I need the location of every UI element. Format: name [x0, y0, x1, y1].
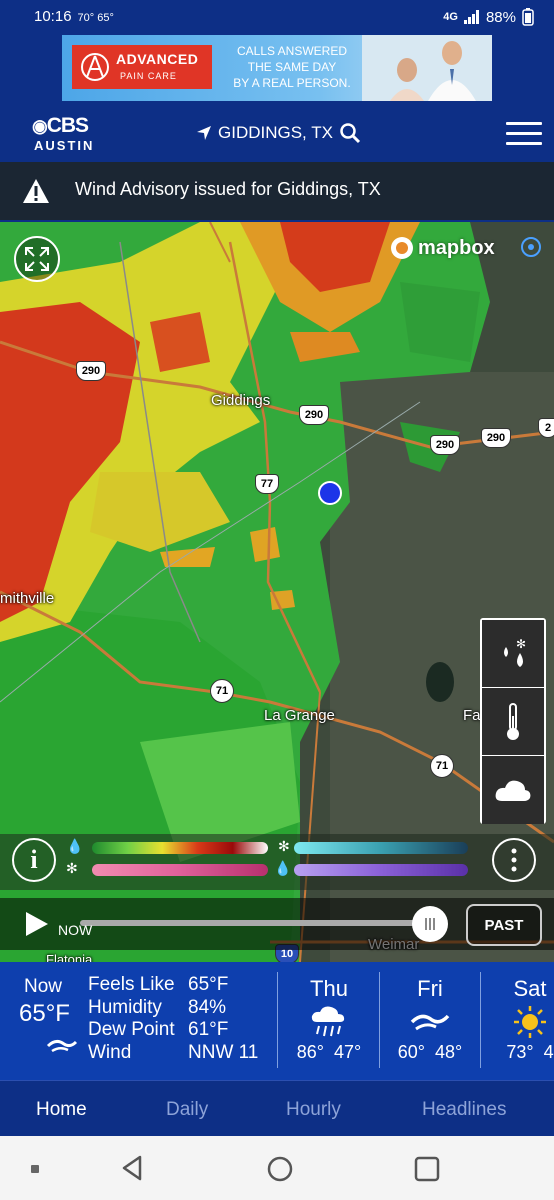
ad-photo	[362, 35, 492, 101]
layer-picker: ✻	[480, 618, 546, 824]
now-label: Now	[24, 976, 63, 997]
route-shield-290: 290	[430, 435, 460, 455]
app-header: ◉CBS AUSTIN GIDDINGS, TX	[0, 104, 554, 162]
snow-legend-icon: ✻	[278, 838, 290, 854]
tab-home[interactable]: Home	[36, 1099, 87, 1121]
forecast-day-fri[interactable]: Fri 60° 48°	[380, 976, 480, 1063]
thermometer-icon	[507, 702, 519, 740]
sun-icon	[514, 1006, 546, 1038]
recents-dot-icon[interactable]	[30, 1164, 40, 1174]
mapbox-attribution[interactable]: mapbox	[390, 236, 495, 260]
route-marker-71: 71	[210, 679, 234, 703]
system-navigation-bar	[0, 1136, 554, 1200]
tab-daily[interactable]: Daily	[166, 1099, 208, 1121]
place-label-giddings: Giddings	[211, 392, 271, 409]
ad-text: CALLS ANSWERED THE SAME DAY BY A REAL PE…	[233, 44, 351, 90]
warning-icon	[23, 179, 49, 203]
status-bar: 10:16 70° 65° 4G 88%	[0, 0, 554, 34]
conditions-labels: Feels Like Humidity Dew Point Wind	[88, 974, 175, 1063]
status-time: 10:16	[34, 8, 72, 25]
clinic-logo-icon	[81, 53, 109, 81]
route-shield-290: 290	[76, 361, 106, 381]
ad-logo: ADVANCED PAIN CARE	[72, 45, 212, 89]
current-temperature: 65°F	[19, 1000, 70, 1027]
hamburger-menu-button[interactable]	[506, 122, 542, 148]
info-icon: i	[30, 845, 38, 874]
battery-icon	[522, 8, 534, 26]
radar-legend: i 💧 ✻ ✻ 💧	[0, 834, 554, 890]
location-arrow-icon	[197, 126, 211, 140]
status-temps: 70° 65°	[77, 12, 114, 24]
cloud-icon	[495, 780, 531, 801]
forecast-day-sat[interactable]: Sat 73° 4	[480, 976, 554, 1063]
current-conditions-panel[interactable]: Now 65°F Feels Like Humidity Dew Point W…	[0, 962, 554, 1080]
route-shield-partial: 2	[538, 418, 554, 438]
wind-icon	[46, 1039, 78, 1053]
ice-intensity-bar	[294, 864, 468, 876]
cbs-austin-logo[interactable]: ◉CBS AUSTIN	[32, 114, 94, 153]
wind-icon	[410, 1014, 450, 1031]
layer-temperature[interactable]	[482, 688, 544, 756]
battery-percent: 88%	[485, 8, 516, 26]
home-icon[interactable]	[266, 1155, 294, 1183]
place-label-flatonia: Flatonia	[46, 952, 93, 962]
play-icon[interactable]	[24, 910, 50, 938]
svg-text:✻: ✻	[516, 637, 526, 651]
layers-more-button[interactable]	[492, 838, 536, 882]
back-icon[interactable]	[118, 1154, 146, 1182]
route-shield-77: 77	[255, 474, 279, 494]
panel-divider	[277, 972, 278, 1068]
mixed-legend-icon: ✻	[66, 860, 78, 876]
past-button[interactable]: PAST	[466, 904, 542, 946]
place-label-smithville: mithville	[0, 590, 55, 607]
layer-clouds[interactable]	[482, 756, 544, 824]
search-icon[interactable]	[339, 122, 361, 144]
location-selector[interactable]: GIDDINGS, TX	[196, 122, 361, 144]
alert-text: Wind Advisory issued for Giddings, TX	[75, 179, 381, 199]
rain-cloud-icon	[311, 1006, 345, 1037]
radar-playback-bar: NOW PAST	[0, 898, 554, 950]
expand-icon	[25, 247, 49, 271]
weather-alert-banner[interactable]: Wind Advisory issued for Giddings, TX	[0, 162, 554, 220]
radar-map[interactable]: mapbox Giddings mithville La Grange Faye…	[0, 222, 554, 962]
timeline-slider[interactable]	[80, 920, 428, 926]
expand-map-button[interactable]	[14, 236, 60, 282]
forecast-day-thu[interactable]: Thu 86° 47°	[279, 976, 379, 1063]
place-label-la-grange: La Grange	[264, 707, 335, 724]
timeline-now-label: NOW	[58, 922, 93, 938]
overview-icon[interactable]	[413, 1155, 441, 1183]
cbs-eye-icon: ◉	[32, 116, 48, 136]
rain-legend-icon: 💧	[66, 838, 84, 854]
ad-brand: ADVANCED	[116, 51, 199, 67]
precip-type-icon: ✻	[504, 637, 526, 667]
info-button[interactable]: i	[12, 838, 56, 882]
route-shield-290: 290	[299, 405, 329, 425]
more-vertical-icon	[511, 848, 517, 872]
ad-brand-sub: PAIN CARE	[120, 71, 177, 81]
conditions-values: 65°F 84% 61°F NNW 11	[188, 974, 259, 1063]
grip-icon	[425, 918, 435, 930]
bottom-tab-bar: Home Daily Hourly Headlines	[0, 1080, 554, 1136]
ice-legend-icon: 💧	[274, 860, 292, 876]
layer-precipitation[interactable]: ✻	[482, 620, 544, 688]
tab-headlines[interactable]: Headlines	[422, 1099, 507, 1121]
ad-banner[interactable]: ADVANCED PAIN CARE CALLS ANSWERED THE SA…	[62, 35, 492, 101]
info-attribution-icon[interactable]	[520, 236, 542, 258]
rain-intensity-bar	[92, 842, 268, 854]
snow-intensity-bar	[294, 842, 468, 854]
signal-icon	[463, 10, 479, 24]
mapbox-logo-icon	[391, 237, 413, 259]
network-type: 4G	[443, 11, 458, 23]
tab-hourly[interactable]: Hourly	[286, 1099, 341, 1121]
route-marker-71: 71	[430, 754, 454, 778]
mix-intensity-bar	[92, 864, 268, 876]
timeline-handle[interactable]	[412, 906, 448, 942]
route-shield-290: 290	[481, 428, 511, 448]
location-label: GIDDINGS, TX	[218, 123, 333, 142]
